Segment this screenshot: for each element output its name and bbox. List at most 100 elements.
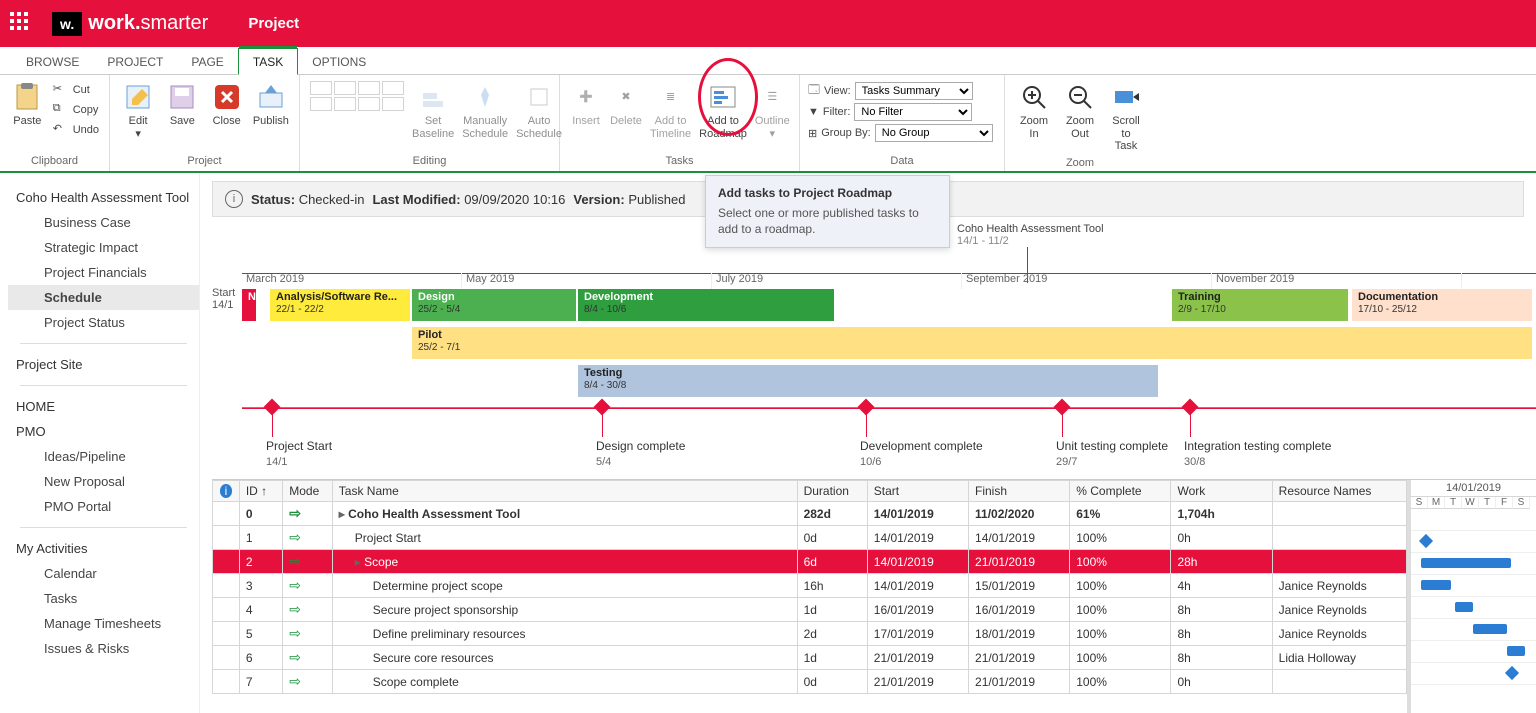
sidebar-item[interactable]: Ideas/Pipeline (8, 444, 199, 469)
sidebar-header[interactable]: Project Site (8, 352, 199, 377)
groupby-select[interactable]: No Group (875, 124, 993, 142)
copy-button[interactable]: ⧉Copy (51, 101, 101, 119)
zoom-out-button[interactable]: Zoom Out (1059, 79, 1101, 142)
milestone-label: Integration testing complete (1184, 439, 1344, 453)
milestone-label: Design complete (596, 439, 756, 453)
sidebar-header[interactable]: PMO (8, 419, 199, 444)
paste-button[interactable]: Paste (8, 79, 47, 130)
add-to-roadmap-button[interactable]: Add to Roadmap (697, 79, 749, 142)
gantt-day-header: S (1411, 497, 1428, 509)
sidebar-item[interactable]: Strategic Impact (8, 235, 199, 260)
timeline-start-label: Start 14/1 (212, 287, 242, 311)
tab-options[interactable]: OPTIONS (298, 49, 380, 74)
scroll-task-icon (1110, 81, 1142, 113)
sidebar-item[interactable]: PMO Portal (8, 494, 199, 519)
milestone-date: 5/4 (596, 456, 611, 468)
insert-button[interactable]: ➕Insert (568, 79, 604, 130)
sidebar-nav: Coho Health Assessment ToolBusiness Case… (0, 173, 200, 713)
tab-task[interactable]: TASK (238, 48, 298, 75)
sidebar-item[interactable]: New Proposal (8, 469, 199, 494)
timeline-bar[interactable]: Analysis/Software Re...22/1 - 22/2 (270, 289, 410, 321)
gantt-row[interactable] (1411, 619, 1536, 641)
gantt-row[interactable] (1411, 663, 1536, 685)
table-row[interactable]: 6⇨Secure core resources1d21/01/201921/01… (213, 646, 1407, 670)
sidebar-item[interactable]: Manage Timesheets (8, 611, 199, 636)
sidebar-item[interactable]: Calendar (8, 561, 199, 586)
group-label: Project (118, 153, 291, 169)
sidebar-header[interactable]: Coho Health Assessment Tool (8, 185, 199, 210)
edit-button[interactable]: Edit ▾ (118, 79, 158, 142)
modified-label: Last Modified: (372, 192, 460, 207)
delete-button[interactable]: ✖Delete (608, 79, 644, 130)
sidebar-item[interactable]: Project Status (8, 310, 199, 335)
table-row[interactable]: 3⇨Determine project scope16h14/01/201915… (213, 574, 1407, 598)
zoom-in-icon (1018, 81, 1050, 113)
timeline-bar[interactable]: Design25/2 - 5/4 (412, 289, 576, 321)
timeline-bar[interactable]: Development8/4 - 10/6 (578, 289, 834, 321)
save-button[interactable]: Save (162, 79, 202, 130)
sidebar-header[interactable]: HOME (8, 394, 199, 419)
view-select[interactable]: Tasks Summary (855, 82, 973, 100)
column-header[interactable]: Mode (283, 481, 333, 502)
column-header[interactable]: Work (1171, 481, 1272, 502)
cut-button[interactable]: ✂Cut (51, 81, 101, 99)
sidebar-item[interactable]: Project Financials (8, 260, 199, 285)
outline-icon: ☰ (756, 81, 788, 113)
table-row[interactable]: 1⇨Project Start0d14/01/201914/01/2019100… (213, 526, 1407, 550)
undo-button[interactable]: ↶Undo (51, 121, 101, 139)
outline-button[interactable]: ☰Outline ▾ (753, 79, 792, 142)
column-header[interactable]: ID ↑ (239, 481, 282, 502)
table-row[interactable]: 0⇨▸ Coho Health Assessment Tool282d14/01… (213, 502, 1407, 526)
timeline-bar[interactable]: N.. (242, 289, 256, 321)
table-row[interactable]: 7⇨Scope complete0d21/01/201921/01/201910… (213, 670, 1407, 694)
column-header[interactable]: Duration (797, 481, 867, 502)
sidebar-item[interactable]: Issues & Risks (8, 636, 199, 661)
gantt-row[interactable] (1411, 553, 1536, 575)
sidebar-item[interactable]: Tasks (8, 586, 199, 611)
sidebar-item[interactable]: Business Case (8, 210, 199, 235)
brand-text: work.smarter (88, 12, 208, 35)
copy-icon: ⧉ (53, 102, 69, 118)
gantt-chart[interactable]: 14/01/2019 SMTWTFS (1407, 480, 1536, 713)
group-label: Editing (308, 153, 551, 169)
gantt-row[interactable] (1411, 575, 1536, 597)
gantt-row[interactable] (1411, 509, 1536, 531)
table-row[interactable]: 4⇨Secure project sponsorship1d16/01/2019… (213, 598, 1407, 622)
save-icon (166, 81, 198, 113)
column-header[interactable]: i (213, 481, 240, 502)
filter-select[interactable]: No Filter (854, 103, 972, 121)
zoom-in-button[interactable]: Zoom In (1013, 79, 1055, 142)
column-header[interactable]: Resource Names (1272, 481, 1406, 502)
manually-schedule-button[interactable]: Manually Schedule (460, 79, 510, 142)
timeline-bar[interactable]: Pilot25/2 - 7/1 (412, 327, 1532, 359)
gantt-row[interactable] (1411, 597, 1536, 619)
timeline: Coho Health Assessment Tool 14/1 - 11/2 … (212, 223, 1536, 473)
timeline-bar[interactable]: Documentation17/10 - 25/12 (1352, 289, 1532, 321)
tab-page[interactable]: PAGE (177, 49, 237, 74)
scroll-to-task-button[interactable]: Scroll to Task (1105, 79, 1147, 155)
sidebar-header[interactable]: My Activities (8, 536, 199, 561)
app-launcher-icon[interactable] (10, 12, 34, 36)
add-to-timeline-button[interactable]: ≣Add to Timeline (648, 79, 693, 142)
table-row[interactable]: 5⇨Define preliminary resources2d17/01/20… (213, 622, 1407, 646)
tab-project[interactable]: PROJECT (93, 49, 177, 74)
group-label: Clipboard (8, 153, 101, 169)
gantt-row[interactable] (1411, 531, 1536, 553)
task-table[interactable]: iID ↑ModeTask NameDurationStartFinish% C… (212, 480, 1407, 694)
table-row[interactable]: 2⇨▸ Scope6d14/01/201921/01/2019100%28h (213, 550, 1407, 574)
sidebar-item[interactable]: Schedule (8, 285, 199, 310)
set-baseline-button[interactable]: Set Baseline (410, 79, 456, 142)
timeline-bar[interactable]: Testing8/4 - 30/8 (578, 365, 1158, 397)
filter-label: Filter: (823, 106, 851, 118)
auto-schedule-button[interactable]: Auto Schedule (514, 79, 564, 142)
gantt-row[interactable] (1411, 641, 1536, 663)
timeline-bar[interactable]: Training2/9 - 17/10 (1172, 289, 1348, 321)
tab-browse[interactable]: BROWSE (12, 49, 93, 74)
column-header[interactable]: Task Name (332, 481, 797, 502)
ribbon-tabs: BROWSE PROJECT PAGE TASK OPTIONS (0, 47, 1536, 75)
publish-button[interactable]: Publish (251, 79, 291, 130)
column-header[interactable]: Start (867, 481, 968, 502)
column-header[interactable]: % Complete (1070, 481, 1171, 502)
close-button[interactable]: Close (207, 79, 247, 130)
column-header[interactable]: Finish (969, 481, 1070, 502)
